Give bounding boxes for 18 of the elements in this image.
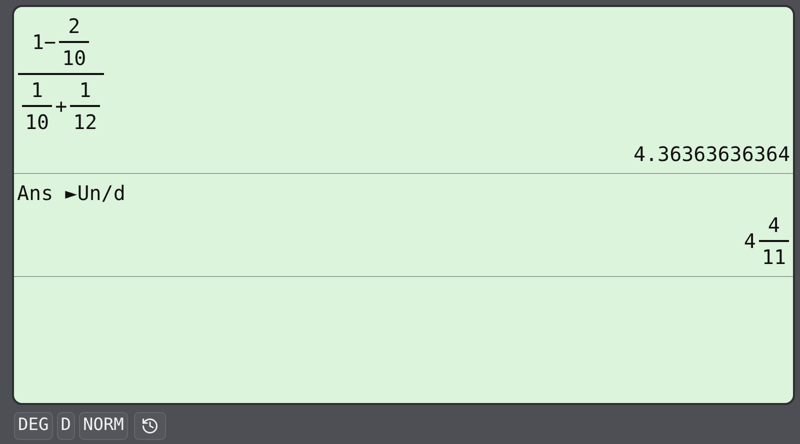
math-text: 12 — [72, 109, 98, 136]
math-text: 1− — [31, 29, 58, 56]
math-text: 1 — [78, 77, 92, 104]
math-text: 10 — [61, 45, 88, 72]
math-text: 4 — [766, 212, 781, 239]
math-text: 1 — [30, 77, 44, 104]
mode-button[interactable]: D — [56, 412, 75, 440]
math-text: 10 — [24, 109, 50, 136]
history-icon — [140, 417, 159, 435]
history-button[interactable] — [134, 412, 166, 440]
math-text: 4.36363636364 — [632, 141, 791, 168]
math-text: Ans ►Un/d — [16, 180, 126, 207]
math-text: 2 — [67, 13, 82, 40]
mode-button[interactable]: NORM — [78, 412, 128, 440]
math-text: 11 — [760, 244, 787, 271]
mode-button[interactable]: DEG — [14, 412, 53, 440]
math-text: 4 — [742, 228, 757, 255]
math-text: + — [54, 93, 68, 120]
